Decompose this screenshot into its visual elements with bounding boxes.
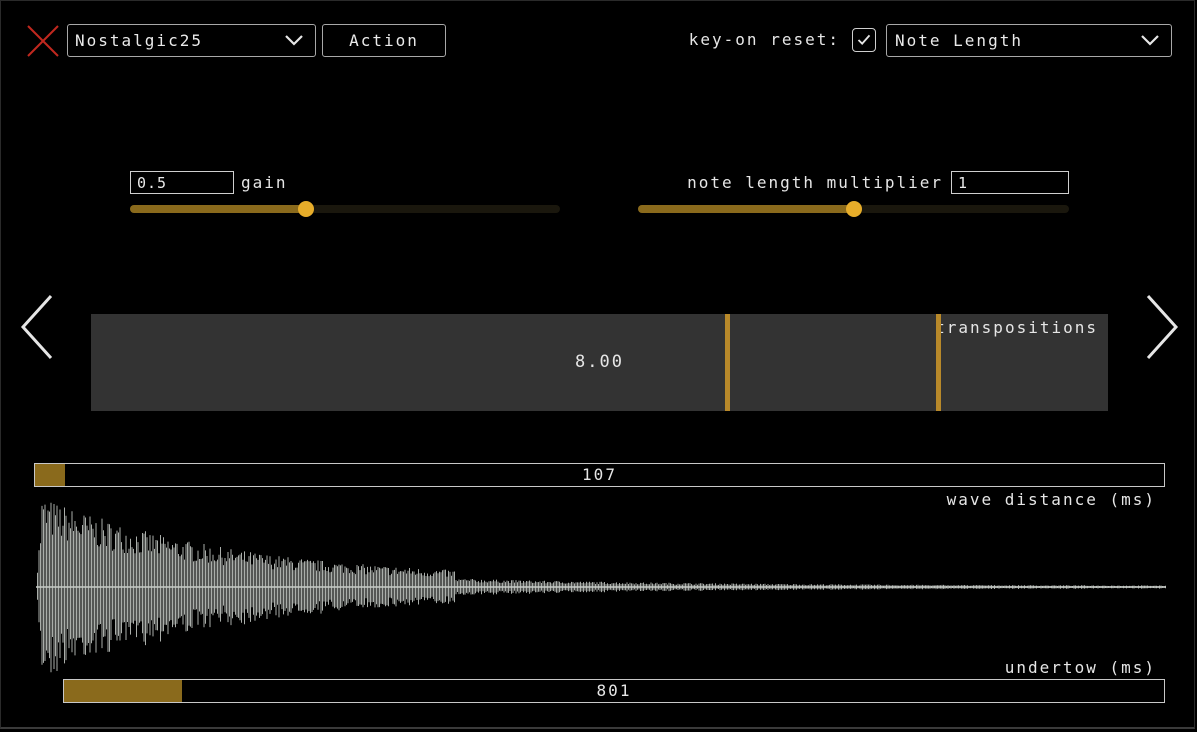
gain-input-value: 0.5 — [137, 173, 168, 192]
wave-distance-value: 107 — [582, 465, 617, 484]
mode-select-value: Note Length — [895, 31, 1023, 50]
undertow-label: undertow (ms) — [1004, 658, 1156, 677]
note-length-multiplier-input[interactable]: 1 — [951, 171, 1069, 194]
transpositions-value: 8.00 — [575, 352, 624, 372]
chevron-left-icon[interactable] — [17, 292, 57, 362]
note-length-multiplier-input-value: 1 — [958, 173, 969, 192]
undertow-slider[interactable]: 801 — [63, 679, 1165, 703]
gain-label: gain — [241, 173, 288, 192]
transpositions-label: transpositions — [935, 318, 1098, 337]
checkmark-icon — [857, 34, 871, 46]
chevron-down-icon — [285, 35, 303, 46]
preset-select-value: Nostalgic25 — [75, 31, 203, 50]
transposition-marker[interactable] — [936, 314, 942, 411]
note-length-multiplier-label: note length multiplier — [687, 173, 943, 192]
waveform-display — [36, 502, 1166, 673]
note-length-multiplier-slider-thumb[interactable] — [845, 201, 862, 217]
gain-input[interactable]: 0.5 — [130, 171, 234, 194]
undertow-value: 801 — [596, 681, 632, 700]
keyon-reset-checkbox[interactable] — [852, 28, 876, 52]
gain-slider-fill — [130, 205, 307, 213]
keyon-reset-label: key-on reset: — [688, 30, 840, 49]
chevron-down-icon — [1141, 35, 1159, 46]
mode-select[interactable]: Note Length — [886, 24, 1172, 57]
preset-select[interactable]: Nostalgic25 — [67, 24, 316, 57]
note-length-multiplier-slider-fill — [638, 205, 854, 213]
action-button[interactable]: Action — [322, 24, 446, 57]
note-length-multiplier-slider[interactable] — [638, 201, 1069, 217]
action-button-label: Action — [349, 31, 419, 50]
close-icon[interactable] — [26, 24, 60, 58]
transposition-marker[interactable] — [724, 314, 730, 411]
wave-distance-slider[interactable]: 107 — [34, 463, 1165, 487]
gain-slider[interactable] — [130, 201, 560, 217]
transpositions-panel[interactable]: 8.00 transpositions — [91, 314, 1108, 411]
chevron-right-icon[interactable] — [1142, 292, 1182, 362]
